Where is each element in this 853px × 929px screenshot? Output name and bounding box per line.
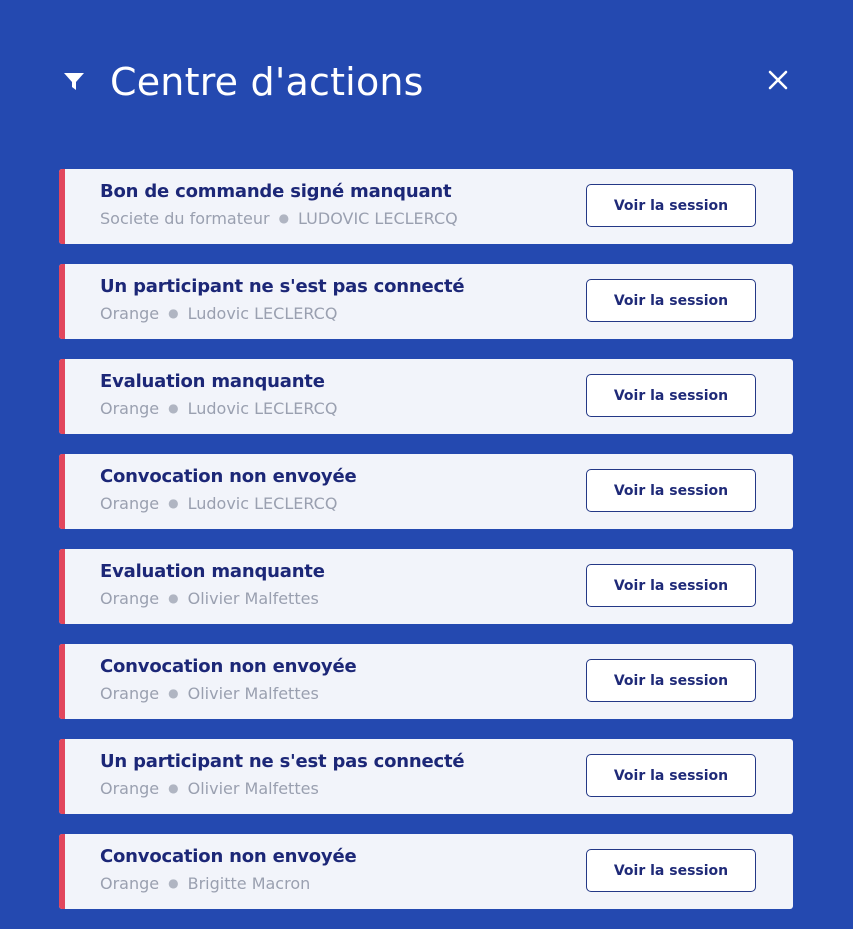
action-card: Un participant ne s'est pas connecté Oran…	[59, 739, 793, 814]
status-accent-bar	[59, 359, 65, 434]
action-card: Bon de commande signé manquant Societe du…	[59, 169, 793, 244]
action-card: Evaluation manquante Orange ● Olivier Malfe…	[59, 549, 793, 624]
action-title: Un participant ne s'est pas connecté	[100, 751, 465, 772]
action-subtitle: Orange ● Ludovic LECLERCQ	[100, 399, 337, 418]
action-company: Orange	[100, 304, 160, 323]
action-person: Brigitte Macron	[187, 874, 311, 893]
action-subtitle: Societe du formateur ● LUDOVIC LECLERCQ	[100, 209, 458, 228]
action-title: Un participant ne s'est pas connecté	[100, 276, 465, 297]
action-subtitle: Orange ● Ludovic LECLERCQ	[100, 304, 337, 323]
panel-header: Centre d'actions	[60, 56, 794, 108]
action-person: Olivier Malfettes	[187, 589, 319, 608]
action-company: Orange	[100, 399, 160, 418]
action-subtitle: Orange ● Ludovic LECLERCQ	[100, 494, 337, 513]
action-title: Convocation non envoyée	[100, 846, 357, 867]
action-company: Societe du formateur	[100, 209, 270, 228]
separator-dot-icon: ●	[168, 306, 179, 320]
separator-dot-icon: ●	[168, 686, 179, 700]
view-session-button[interactable]: Voir la session	[586, 849, 756, 892]
action-person: Ludovic LECLERCQ	[187, 494, 338, 513]
action-company: Orange	[100, 494, 160, 513]
view-session-button[interactable]: Voir la session	[586, 754, 756, 797]
view-session-button[interactable]: Voir la session	[586, 184, 756, 227]
action-subtitle: Orange ● Olivier Malfettes	[100, 589, 319, 608]
status-accent-bar	[59, 454, 65, 529]
status-accent-bar	[59, 169, 65, 244]
status-accent-bar	[59, 739, 65, 814]
action-card: Evaluation manquante Orange ● Ludovic LECLE…	[59, 359, 793, 434]
action-subtitle: Orange ● Olivier Malfettes	[100, 779, 319, 798]
separator-dot-icon: ●	[168, 781, 179, 795]
view-session-button[interactable]: Voir la session	[586, 374, 756, 417]
close-icon	[767, 69, 789, 95]
action-title: Convocation non envoyée	[100, 656, 357, 677]
separator-dot-icon: ●	[168, 876, 179, 890]
action-company: Orange	[100, 779, 160, 798]
page-title: Centre d'actions	[110, 60, 424, 104]
view-session-button[interactable]: Voir la session	[586, 659, 756, 702]
view-session-button[interactable]: Voir la session	[586, 279, 756, 322]
action-company: Orange	[100, 589, 160, 608]
separator-dot-icon: ●	[168, 496, 179, 510]
status-accent-bar	[59, 264, 65, 339]
action-person: Olivier Malfettes	[187, 779, 319, 798]
action-person: Ludovic LECLERCQ	[187, 399, 338, 418]
action-person: Ludovic LECLERCQ	[187, 304, 338, 323]
status-accent-bar	[59, 644, 65, 719]
action-card: Convocation non envoyée Orange ● Ludovic LE…	[59, 454, 793, 529]
separator-dot-icon: ●	[278, 211, 290, 225]
view-session-button[interactable]: Voir la session	[586, 564, 756, 607]
action-title: Bon de commande signé manquant	[100, 181, 452, 202]
action-card: Un participant ne s'est pas connecté Oran…	[59, 264, 793, 339]
action-person: LUDOVIC LECLERCQ	[298, 209, 458, 228]
action-person: Olivier Malfettes	[187, 684, 319, 703]
action-subtitle: Orange ● Olivier Malfettes	[100, 684, 319, 703]
action-title: Evaluation manquante	[100, 561, 325, 582]
separator-dot-icon: ●	[168, 591, 179, 605]
filter-icon	[62, 70, 86, 94]
view-session-button[interactable]: Voir la session	[586, 469, 756, 512]
close-button[interactable]	[762, 66, 794, 98]
action-company: Orange	[100, 874, 160, 893]
action-list: Bon de commande signé manquant Societe du…	[59, 169, 793, 929]
action-center-panel: Centre d'actions Bon de commande signé m…	[0, 0, 853, 924]
action-company: Orange	[100, 684, 160, 703]
status-accent-bar	[59, 549, 65, 624]
action-card: Convocation non envoyée Orange ● Brigitte M…	[59, 834, 793, 909]
action-card: Convocation non envoyée Orange ● Olivier Ma…	[59, 644, 793, 719]
action-title: Convocation non envoyée	[100, 466, 357, 487]
separator-dot-icon: ●	[168, 401, 179, 415]
status-accent-bar	[59, 834, 65, 909]
action-title: Evaluation manquante	[100, 371, 325, 392]
action-subtitle: Orange ● Brigitte Macron	[100, 874, 310, 893]
